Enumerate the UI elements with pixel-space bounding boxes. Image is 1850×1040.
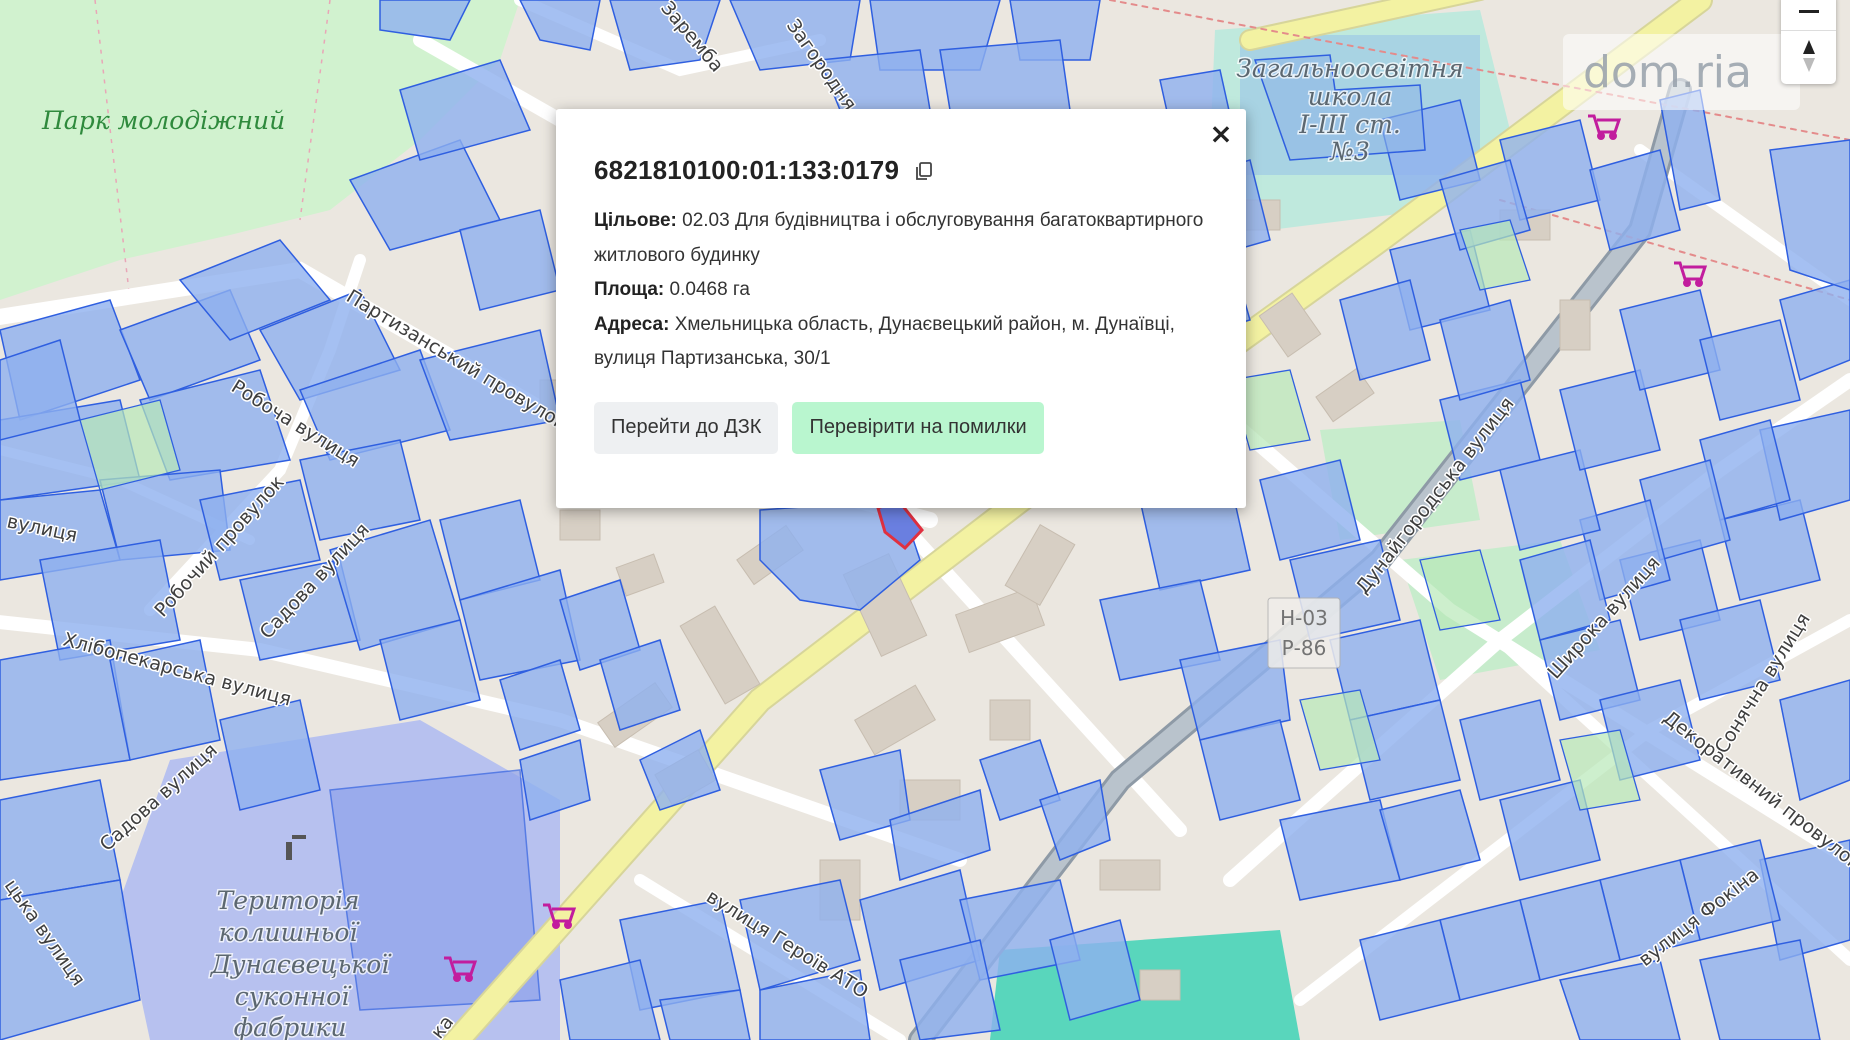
road-shield: Н-03 Р-86 [1267, 597, 1341, 669]
area-label: Площа: [594, 279, 665, 300]
check-errors-button[interactable]: Перевірити на помилки [792, 401, 1044, 454]
zoom-out-icon[interactable] [1781, 0, 1836, 28]
svg-text:I-III ст.: I-III ст. [1298, 110, 1401, 139]
copy-icon[interactable] [913, 160, 935, 182]
area-value: 0.0468 га [669, 279, 751, 300]
address-row: Адреса: Хмельницька область, Дунаєвецьки… [594, 308, 1208, 377]
go-to-dzk-button[interactable]: Перейти до ДЗК [594, 401, 779, 454]
address-label: Адреса: [594, 313, 670, 335]
svg-text:суконної: суконної [235, 982, 352, 1011]
svg-text:Р-86: Р-86 [1282, 636, 1327, 660]
purpose-label: Цільове: [594, 210, 677, 231]
svg-text:Загальноосвітня: Загальноосвітня [1236, 54, 1463, 83]
svg-text:Дунаєвецької: Дунаєвецької [210, 950, 393, 979]
address-value: Хмельницька область, Дунаєвецький район,… [594, 313, 1175, 370]
svg-text:школа: школа [1308, 82, 1393, 111]
park-label: Парк молодіжний [41, 106, 285, 135]
popup-header: 6821810100:01:133:0179 [594, 155, 1208, 186]
cadastral-number: 6821810100:01:133:0179 [594, 155, 900, 185]
watermark-logo: dom.ria [1563, 34, 1800, 110]
area-row: Площа: 0.0468 га [594, 273, 1208, 308]
svg-text:№3: №3 [1329, 137, 1370, 166]
compass-icon[interactable] [1781, 30, 1836, 81]
popup-actions: Перейти до ДЗК Перевірити на помилки [594, 401, 1208, 454]
svg-text:Н-03: Н-03 [1280, 606, 1328, 630]
purpose-value: 02.03 Для будівництва і обслуговування б… [594, 210, 1204, 266]
svg-text:колишньої: колишньої [219, 918, 361, 947]
svg-text:фабрики: фабрики [234, 1013, 347, 1040]
close-icon[interactable]: × [1206, 119, 1236, 149]
parcel-info-popup: × 6821810100:01:133:0179 Цільове: 02.03 … [556, 109, 1246, 508]
purpose-row: Цільове: 02.03 Для будівництва і обслуго… [594, 204, 1208, 273]
svg-text:Територія: Територія [217, 886, 360, 915]
map-controls [1781, 0, 1836, 84]
